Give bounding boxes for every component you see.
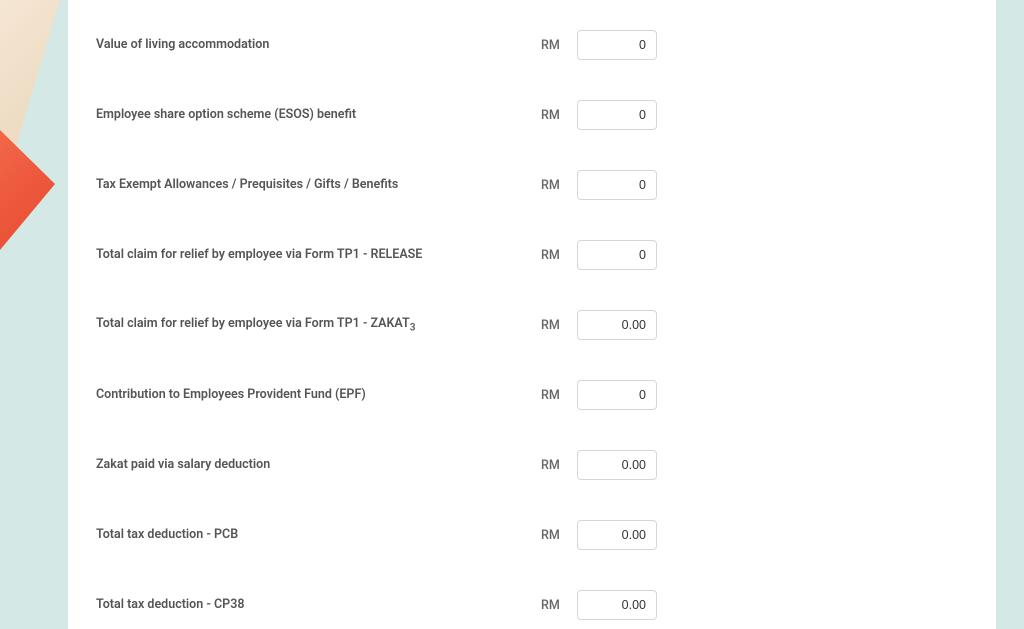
label-cp38: Total tax deduction - CP38 — [96, 596, 541, 614]
input-epf[interactable] — [577, 380, 657, 410]
label-tp1-zakat: Total claim for relief by employee via F… — [96, 315, 541, 336]
label-zakat-salary: Zakat paid via salary deduction — [96, 456, 541, 474]
input-pcb[interactable] — [577, 520, 657, 550]
input-living-accommodation[interactable] — [577, 30, 657, 60]
currency-label: RM — [541, 318, 577, 333]
input-tp1-zakat[interactable] — [577, 310, 657, 340]
input-tax-exempt[interactable] — [577, 170, 657, 200]
form-card: Value of living accommodation RM Employe… — [68, 0, 996, 629]
currency-label: RM — [541, 178, 577, 193]
row-tax-exempt: Tax Exempt Allowances / Prequisites / Gi… — [96, 170, 968, 200]
row-cp38: Total tax deduction - CP38 RM — [96, 590, 968, 620]
row-tp1-release: Total claim for relief by employee via F… — [96, 240, 968, 270]
input-tp1-release[interactable] — [577, 240, 657, 270]
input-cp38[interactable] — [577, 590, 657, 620]
currency-label: RM — [541, 598, 577, 613]
row-living-accommodation: Value of living accommodation RM — [96, 30, 968, 60]
label-tp1-release: Total claim for relief by employee via F… — [96, 246, 541, 264]
currency-label: RM — [541, 248, 577, 263]
label-tax-exempt: Tax Exempt Allowances / Prequisites / Gi… — [96, 176, 541, 194]
label-pcb: Total tax deduction - PCB — [96, 526, 541, 544]
currency-label: RM — [541, 528, 577, 543]
currency-label: RM — [541, 458, 577, 473]
currency-label: RM — [541, 388, 577, 403]
input-esos-benefit[interactable] — [577, 100, 657, 130]
row-zakat-salary: Zakat paid via salary deduction RM — [96, 450, 968, 480]
row-pcb: Total tax deduction - PCB RM — [96, 520, 968, 550]
currency-label: RM — [541, 38, 577, 53]
label-esos-benefit: Employee share option scheme (ESOS) bene… — [96, 106, 541, 124]
row-epf: Contribution to Employees Provident Fund… — [96, 380, 968, 410]
label-epf: Contribution to Employees Provident Fund… — [96, 386, 541, 404]
background-accent-orange — [0, 130, 55, 250]
row-esos-benefit: Employee share option scheme (ESOS) bene… — [96, 100, 968, 130]
label-living-accommodation: Value of living accommodation — [96, 36, 541, 54]
currency-label: RM — [541, 108, 577, 123]
input-zakat-salary[interactable] — [577, 450, 657, 480]
row-tp1-zakat: Total claim for relief by employee via F… — [96, 310, 968, 340]
